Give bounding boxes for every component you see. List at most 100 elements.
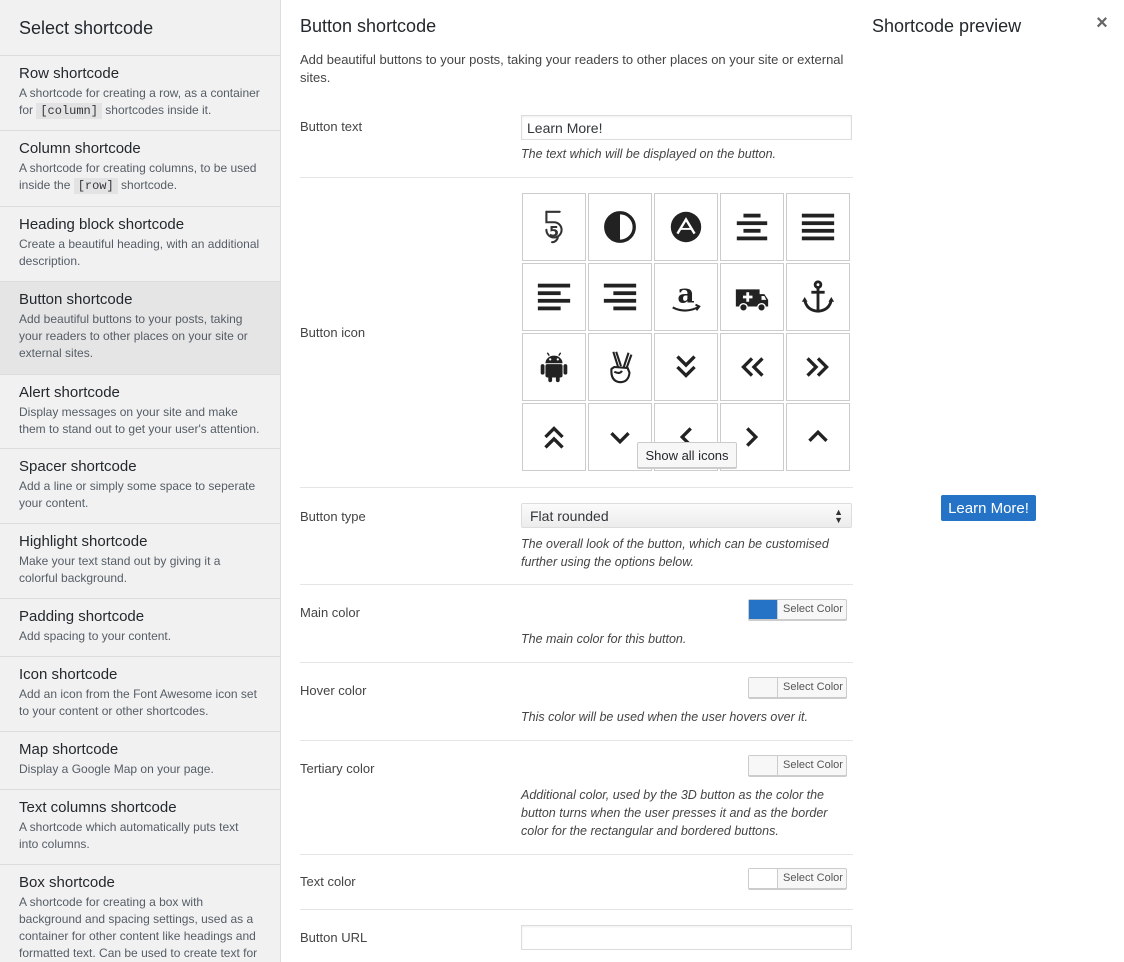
sidebar-item-name: Column shortcode [19,140,141,157]
tertiary-color-picker[interactable]: Select Color [748,755,847,776]
sidebar-item-highlight-shortcode[interactable]: Highlight shortcode Make your text stand… [0,523,280,598]
sidebar-item-description: A shortcode for creating columns, to be … [19,161,257,194]
hover-color-picker[interactable]: Select Color [748,677,847,698]
divider [300,177,853,178]
chevron-circle-up-icon[interactable] [654,193,718,261]
sidebar-item-name: Text columns shortcode [19,799,177,816]
button-url-label: Button URL [300,930,368,945]
tertiary-color-hint: Additional color, used by the 3D button … [521,788,828,838]
align-right-icon[interactable] [588,263,652,331]
sidebar-item-icon-shortcode[interactable]: Icon shortcode Add an icon from the Font… [0,656,280,731]
shortcode-form: Button shortcode Add beautiful buttons t… [300,0,853,962]
preview-title: Shortcode preview [872,16,1022,36]
button-type-select[interactable]: Flat rounded ▲ ▼ [521,503,852,528]
svg-text:5: 5 [549,225,559,241]
chevron-up-icon[interactable] [786,403,850,471]
sidebar-item-padding-shortcode[interactable]: Padding shortcode Add spacing to your co… [0,598,280,656]
sidebar-item-description: Add beautiful buttons to your posts, tak… [19,312,248,360]
sidebar-item-description: A shortcode which automatically puts tex… [19,820,239,851]
divider [300,487,853,488]
sidebar-item-name: Spacer shortcode [19,458,137,475]
ambulance-icon[interactable] [720,263,784,331]
button-text-hint: The text which will be displayed on the … [521,147,777,161]
page-title: Button shortcode [300,16,437,36]
divider [300,662,853,663]
button-icon-label: Button icon [300,325,366,340]
button-text-label: Button text [300,119,363,134]
adjust-icon[interactable] [588,193,652,261]
hover-color-label: Hover color [300,683,367,698]
main-color-hint: The main color for this button. [521,632,687,646]
sidebar-item-text-columns-shortcode[interactable]: Text columns shortcode A shortcode which… [0,789,280,864]
html5-icon[interactable]: 5 [522,193,586,261]
button-text-input[interactable] [521,115,852,140]
amazon-icon[interactable]: a [654,263,718,331]
sidebar-item-name: Icon shortcode [19,666,118,683]
sidebar-item-description: A shortcode for creating a box with back… [19,895,258,960]
select-color-label: Select Color [783,759,843,771]
double-chevron-left-icon[interactable] [720,333,784,401]
button-url-input[interactable] [521,925,852,950]
double-chevron-down-icon[interactable] [654,333,718,401]
preview-button[interactable]: Learn More! [941,495,1036,521]
tertiary-color-swatch [749,756,778,775]
sidebar-item-alert-shortcode[interactable]: Alert shortcode Display messages on your… [0,374,280,448]
sidebar-item-name: Box shortcode [19,874,115,891]
sidebar-item-spacer-shortcode[interactable]: Spacer shortcode Add a line or simply so… [0,448,280,523]
shortcode-sidebar: Select shortcode Row shortcode A shortco… [0,0,281,962]
icon-picker-grid: 5 a [522,193,852,472]
main-color-picker[interactable]: Select Color [748,599,847,620]
text-color-picker[interactable]: Select Color [748,868,847,889]
sidebar-item-box-shortcode[interactable]: Box shortcode A shortcode for creating a… [0,864,280,962]
sidebar-item-heading-block-shortcode[interactable]: Heading block shortcode Create a beautif… [0,206,280,281]
double-chevron-up-icon[interactable] [522,403,586,471]
sidebar-item-name: Map shortcode [19,741,119,758]
page-description: Add beautiful buttons to your posts, tak… [300,52,844,85]
sidebar-item-description: Add a line or simply some space to seper… [19,479,256,510]
sidebar-item-description: Add an icon from the Font Awesome icon s… [19,687,257,718]
divider [300,584,853,585]
sidebar-item-button-shortcode[interactable]: Button shortcode Add beautiful buttons t… [0,281,280,374]
sidebar-item-name: Heading block shortcode [19,216,185,233]
align-left-icon[interactable] [522,263,586,331]
sidebar-item-row-shortcode[interactable]: Row shortcode A shortcode for creating a… [0,55,280,130]
sidebar-item-description: Make your text stand out by giving it a … [19,554,221,585]
hover-color-swatch [749,678,778,697]
sidebar-item-map-shortcode[interactable]: Map shortcode Display a Google Map on yo… [0,731,280,789]
main-color-label: Main color [300,605,360,620]
sidebar-item-description: Display a Google Map on your page. [19,762,214,776]
anchor-icon[interactable] [786,263,850,331]
code-snippet: [row] [73,178,118,194]
sidebar-item-name: Alert shortcode [19,384,120,401]
sidebar-item-description: Create a beautiful heading, with an addi… [19,237,260,268]
sidebar-item-description: A shortcode for creating a row, as a con… [19,86,260,119]
close-icon[interactable]: × [1092,12,1112,34]
hover-color-hint: This color will be used when the user ho… [521,710,808,724]
align-center-icon[interactable] [720,193,784,261]
divider [300,854,853,855]
show-all-icons-button[interactable]: Show all icons [637,442,737,468]
double-chevron-right-icon[interactable] [786,333,850,401]
sidebar-title: Select shortcode [19,18,154,38]
victory-hand-icon[interactable] [588,333,652,401]
select-color-label: Select Color [783,681,843,693]
button-type-label: Button type [300,509,366,524]
android-icon[interactable] [522,333,586,401]
select-color-label: Select Color [783,872,843,884]
select-arrows-icon: ▲ ▼ [834,506,843,525]
sidebar-item-name: Button shortcode [19,291,133,308]
divider [300,740,853,741]
button-type-hint: The overall look of the button, which ca… [521,537,829,569]
text-color-label: Text color [300,874,356,889]
sidebar-item-name: Row shortcode [19,65,120,82]
align-justify-icon[interactable] [786,193,850,261]
svg-text:a: a [677,279,694,310]
sidebar-item-description: Display messages on your site and make t… [19,405,260,436]
sidebar-item-name: Padding shortcode [19,608,145,625]
select-color-label: Select Color [783,603,843,615]
sidebar-item-column-shortcode[interactable]: Column shortcode A shortcode for creatin… [0,130,280,206]
main-color-swatch [749,600,778,619]
button-type-value: Flat rounded [530,507,609,524]
sidebar-item-description: Add spacing to your content. [19,629,172,643]
divider [300,909,853,910]
